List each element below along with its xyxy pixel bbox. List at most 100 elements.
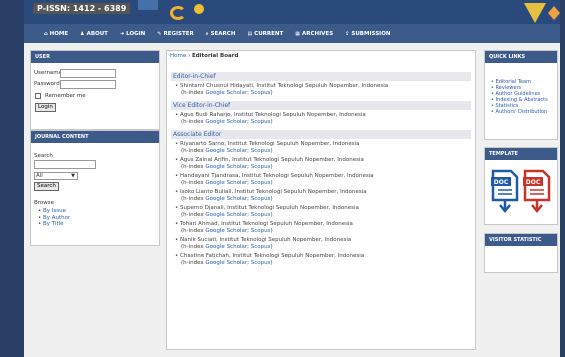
board-member: • Handayani Tjandrasa, Institut Teknolog…: [175, 173, 374, 186]
breadcrumb: Home › Editorial Board: [170, 53, 238, 59]
google-scholar-link[interactable]: Google Scholar: [205, 228, 247, 234]
doc-label: DOC: [526, 179, 541, 186]
browse-link[interactable]: By Title: [43, 221, 64, 227]
member-name: Shintami Chusnul Hidayati, Institut Tekn…: [180, 83, 389, 89]
user-panel-title: USER: [31, 51, 159, 63]
chevron-down-icon: ▼: [71, 173, 75, 179]
quick-links-title: QUICK LINKS: [485, 51, 557, 63]
username-input[interactable]: [60, 69, 116, 78]
search-button[interactable]: Search: [34, 182, 59, 191]
google-scholar-link[interactable]: Google Scholar: [205, 212, 247, 218]
main-navigation: ⌂ HOME ♟ ABOUT ➜ LOGIN ✎ REGISTER ⌕ SEARCH ▤ CURREN…: [24, 24, 560, 43]
template-panel: TEMPLATE DOC DOC: [484, 147, 558, 225]
quick-link-label: Authors' Distribution: [495, 109, 548, 115]
browse-item: • By Issue: [38, 208, 66, 214]
banner-logo: [548, 6, 560, 20]
hindex-label: (h-index: [181, 90, 204, 96]
scopus-link[interactable]: Scopus: [251, 164, 271, 170]
nav-search-icon: ⌕: [205, 30, 209, 37]
member-name: Agus Zainal Arifin, Institut Teknologi S…: [180, 157, 364, 163]
nav-current[interactable]: ▤ CURRENT: [241, 24, 289, 43]
quick-link[interactable]: • Authors' Distribution: [491, 109, 547, 115]
google-scholar-link[interactable]: Google Scholar: [205, 148, 247, 154]
journal-content-panel: JOURNAL CONTENT Search All ▼ Search Brow…: [30, 130, 160, 246]
hindex-label: (h-index: [181, 119, 204, 125]
login-button[interactable]: Login: [35, 103, 56, 112]
google-scholar-link[interactable]: Google Scholar: [205, 119, 247, 125]
browse-link[interactable]: By Author: [43, 215, 70, 221]
browse-label: Browse: [34, 200, 55, 206]
hindex-label: (h-index: [181, 196, 204, 202]
scopus-link[interactable]: Scopus: [251, 180, 271, 186]
hindex-label: (h-index: [181, 164, 204, 170]
nav-label: CURRENT: [254, 30, 284, 37]
google-scholar-link[interactable]: Google Scholar: [205, 244, 247, 250]
scopus-link[interactable]: Scopus: [251, 228, 271, 234]
google-scholar-link[interactable]: Google Scholar: [205, 196, 247, 202]
member-name: Riyanarto Sarno, Institut Teknologi Sepu…: [180, 141, 360, 147]
nav-about[interactable]: ♟ ABOUT: [74, 24, 114, 43]
board-member: • Isoko Lianto Buliali, Institut Teknolo…: [175, 189, 367, 202]
nav-label: ABOUT: [86, 30, 108, 37]
page: P-ISSN: 1412 - 6389 ⌂ HOME ♟ ABOUT ➜ LOGIN ✎ RE…: [24, 0, 560, 357]
banner-decoration: [170, 6, 186, 20]
member-name: Isoko Lianto Buliali, Institut Teknologi…: [180, 189, 367, 195]
template-title: TEMPLATE: [485, 148, 557, 160]
username-label: Username: [34, 70, 63, 76]
board-section-heading: Vice Editor-in-Chief: [171, 101, 471, 110]
doc-template-icon-blue[interactable]: DOC: [491, 169, 519, 213]
google-scholar-link[interactable]: Google Scholar: [205, 90, 247, 96]
password-input[interactable]: [60, 80, 116, 89]
search-input[interactable]: [34, 160, 96, 169]
board-member: • Shintami Chusnul Hidayati, Institut Te…: [175, 83, 389, 96]
member-name: Superno Djanali, Institut Teknologi Sepu…: [180, 205, 359, 211]
main-content: Home › Editorial Board Editor-in-Chief • …: [166, 50, 476, 350]
nav-home[interactable]: ⌂ HOME: [38, 24, 74, 43]
board-member: • Agus Budi Raharjo, Institut Teknologi …: [175, 112, 366, 125]
member-name: Chastine Fatichah, Institut Teknologi Se…: [180, 253, 365, 259]
banner-decoration: [138, 0, 158, 10]
board-section-heading: Associate Editor: [171, 130, 471, 139]
journal-content-title: JOURNAL CONTENT: [31, 131, 159, 143]
scopus-link[interactable]: Scopus: [251, 90, 271, 96]
scopus-link[interactable]: Scopus: [251, 212, 271, 218]
doc-template-icon-red[interactable]: DOC: [523, 169, 551, 213]
nav-login[interactable]: ➜ LOGIN: [114, 24, 151, 43]
google-scholar-link[interactable]: Google Scholar: [205, 164, 247, 170]
member-name: Nanik Suciati, Institut Teknologi Sepulu…: [180, 237, 352, 243]
browse-item: • By Title: [38, 221, 64, 227]
scopus-link[interactable]: Scopus: [251, 244, 271, 250]
scopus-link[interactable]: Scopus: [251, 119, 271, 125]
breadcrumb-home-link[interactable]: Home: [170, 53, 186, 59]
remember-me-label: Remember me: [45, 93, 86, 99]
nav-label: HOME: [49, 30, 69, 37]
browse-link[interactable]: By Issue: [43, 208, 66, 214]
nav-login-icon: ➜: [119, 30, 125, 37]
board-section-heading: Editor-in-Chief: [171, 72, 471, 81]
hindex-label: (h-index: [181, 228, 204, 234]
member-name: Tohari Ahmad, Institut Teknologi Sepuluh…: [180, 221, 353, 227]
quick-links-panel: QUICK LINKS • Editorial Team • Reviewers •…: [484, 50, 558, 140]
nav-label: SUBMISSION: [351, 30, 391, 37]
nav-about-icon: ♟: [80, 30, 85, 37]
nav-archives-icon: ▦: [295, 30, 300, 37]
search-label: Search: [34, 153, 53, 159]
scopus-link[interactable]: Scopus: [251, 196, 271, 202]
banner-logo: [524, 3, 546, 23]
search-scope-select[interactable]: All ▼: [34, 172, 78, 180]
nav-home-icon: ⌂: [44, 30, 48, 37]
remember-me-checkbox[interactable]: [35, 93, 41, 99]
google-scholar-link[interactable]: Google Scholar: [205, 260, 247, 266]
journal-banner: P-ISSN: 1412 - 6389: [24, 0, 560, 24]
doc-label: DOC: [494, 179, 509, 186]
nav-archives[interactable]: ▦ ARCHIVES: [289, 24, 339, 43]
user-panel: USER Username Password Remember me Login: [30, 50, 160, 130]
scopus-link[interactable]: Scopus: [251, 260, 271, 266]
hindex-label: (h-index: [181, 260, 204, 266]
google-scholar-link[interactable]: Google Scholar: [205, 180, 247, 186]
scopus-link[interactable]: Scopus: [251, 148, 271, 154]
nav-submission[interactable]: ⇪ SUBMISSION: [339, 24, 396, 43]
hindex-label: (h-index: [181, 212, 204, 218]
nav-search[interactable]: ⌕ SEARCH: [200, 24, 242, 43]
nav-register[interactable]: ✎ REGISTER: [151, 24, 199, 43]
